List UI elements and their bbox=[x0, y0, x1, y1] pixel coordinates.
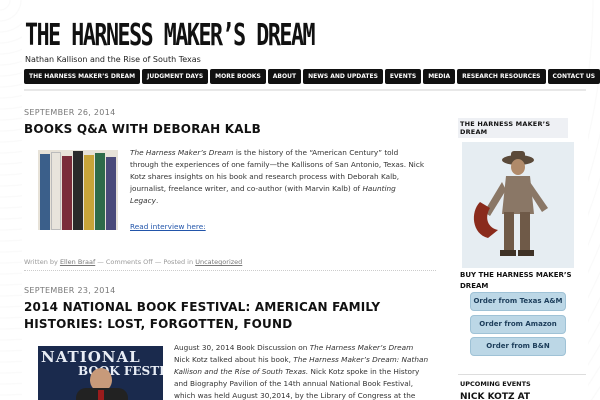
sidebar-divider bbox=[458, 374, 586, 375]
book-spine bbox=[106, 157, 116, 230]
order-texas-am-button[interactable]: Order from Texas A&M bbox=[470, 292, 566, 311]
category-link[interactable]: Uncategorized bbox=[195, 258, 242, 266]
upcoming-events-heading: UPCOMING EVENTS bbox=[460, 380, 531, 388]
speaker-tie bbox=[98, 390, 104, 400]
book-title-italic: The Harness Maker’s Dream bbox=[309, 343, 414, 352]
main-nav: THE HARNESS MAKER’S DREAM JUDGMENT DAYS … bbox=[24, 69, 600, 84]
post-excerpt: August 30, 2014 Book Discussion on The H… bbox=[174, 342, 429, 400]
books-photo bbox=[38, 150, 118, 230]
nav-item-more-books[interactable]: MORE BOOKS bbox=[210, 69, 266, 84]
book-spine bbox=[40, 154, 50, 230]
sidebar-heading: THE HARNESS MAKER’S DREAM bbox=[458, 118, 568, 138]
nav-item-news-and-updates[interactable]: NEWS AND UPDATES bbox=[303, 69, 383, 84]
page-container: THE HARNESS MAKER’S DREAM Nathan Kalliso… bbox=[22, 0, 600, 400]
post-title[interactable]: 2014 NATIONAL BOOK FESTIVAL: AMERICAN FA… bbox=[24, 299, 439, 333]
book-spine bbox=[84, 155, 94, 230]
nav-divider bbox=[24, 89, 586, 91]
nav-item-media[interactable]: MEDIA bbox=[423, 69, 456, 84]
book-festival-photo: NATIONAL BOOK FESTIVAL bbox=[38, 346, 163, 400]
statue-figure bbox=[462, 142, 574, 268]
sidebar: THE HARNESS MAKER’S DREAM BUY THE HARNES… bbox=[458, 118, 588, 400]
event-title[interactable]: NICK KOTZ AT bbox=[460, 392, 530, 400]
post-meta: Written by Ellen Braaf — Comments Off — … bbox=[24, 258, 242, 266]
nav-item-judgment-days[interactable]: JUDGMENT DAYS bbox=[142, 69, 209, 84]
harness-maker-statue-photo bbox=[462, 142, 574, 268]
post-date: SEPTEMBER 26, 2014 bbox=[24, 108, 116, 117]
read-interview-link[interactable]: Read interview here: bbox=[130, 222, 206, 231]
post-excerpt: The Harness Maker’s Dream is the history… bbox=[130, 147, 425, 207]
post-date: SEPTEMBER 23, 2014 bbox=[24, 286, 116, 295]
book-spine bbox=[95, 153, 105, 230]
book-spine bbox=[62, 156, 72, 230]
nav-item-research-resources[interactable]: RESEARCH RESOURCES bbox=[457, 69, 546, 84]
nav-item-contact-us[interactable]: CONTACT US bbox=[547, 69, 600, 84]
nav-item-harness-makers-dream[interactable]: THE HARNESS MAKER’S DREAM bbox=[24, 69, 141, 84]
buy-book-heading: BUY THE HARNESS MAKER’S DREAM bbox=[460, 271, 572, 290]
excerpt-part: Nick Kotz talked about his book, bbox=[174, 355, 294, 364]
order-amazon-button[interactable]: Order from Amazon bbox=[470, 315, 566, 334]
site-title[interactable]: THE HARNESS MAKER’S DREAM bbox=[25, 18, 316, 53]
post-deborah-kalb: SEPTEMBER 26, 2014 BOOKS Q&A WITH DEBORA… bbox=[24, 108, 439, 271]
site-tagline: Nathan Kallison and the Rise of South Te… bbox=[25, 55, 201, 64]
excerpt-part: August 30, 2014 Book Discussion on bbox=[174, 343, 310, 352]
meta-written-by: Written by bbox=[24, 258, 60, 266]
nav-item-events[interactable]: EVENTS bbox=[384, 69, 422, 84]
book-spine bbox=[73, 151, 83, 230]
meta-mid: — Comments Off — Posted in bbox=[95, 258, 196, 266]
book-title-italic: The Harness Maker’s Dream bbox=[130, 148, 234, 157]
post-title[interactable]: BOOKS Q&A WITH DEBORAH KALB bbox=[24, 121, 439, 138]
post-divider bbox=[24, 270, 436, 271]
post-national-book-festival: SEPTEMBER 23, 2014 2014 NATIONAL BOOK FE… bbox=[24, 286, 439, 400]
book-spine bbox=[51, 152, 61, 230]
nav-item-about[interactable]: ABOUT bbox=[267, 69, 302, 84]
author-link[interactable]: Ellen Braaf bbox=[60, 258, 95, 266]
excerpt-period: . bbox=[156, 196, 159, 205]
order-bn-button[interactable]: Order from B&N bbox=[470, 337, 566, 356]
